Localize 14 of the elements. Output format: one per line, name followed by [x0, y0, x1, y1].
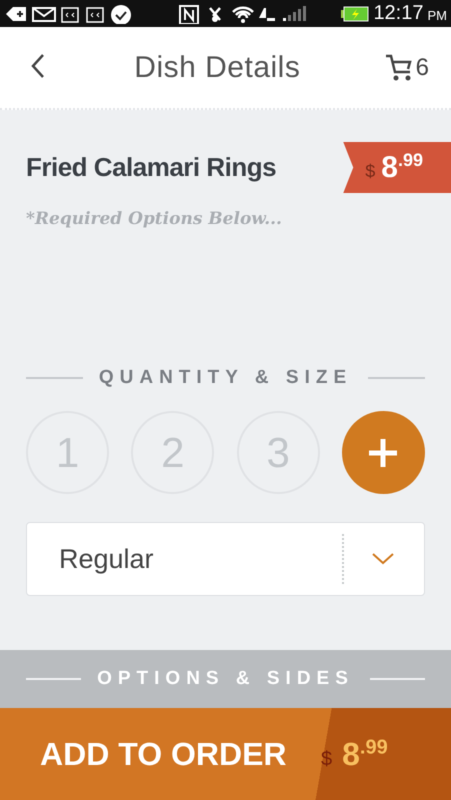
clock-time: 12:17 — [373, 2, 424, 25]
size-dropdown[interactable]: Regular — [26, 522, 425, 596]
dish-name: Fried Calamari Rings — [26, 152, 276, 183]
required-note: *Required Options Below... — [26, 209, 283, 229]
screen-title: Dish Details — [134, 50, 300, 84]
cart-icon — [384, 52, 413, 82]
chevron-left-icon — [30, 53, 46, 79]
chevron-down-icon — [372, 553, 394, 565]
section-heading: QUANTITY & SIZE — [98, 367, 352, 389]
price-tag: $ 8$^{.99}$ — [343, 142, 451, 193]
clock-period: PM — [428, 8, 447, 23]
section-heading: OPTIONS & SIDES — [97, 668, 354, 690]
cart-button[interactable]: 6 — [384, 52, 429, 82]
add-to-order-button[interactable]: ADD TO ORDER $ 8$^{.99}$ — [0, 708, 451, 800]
